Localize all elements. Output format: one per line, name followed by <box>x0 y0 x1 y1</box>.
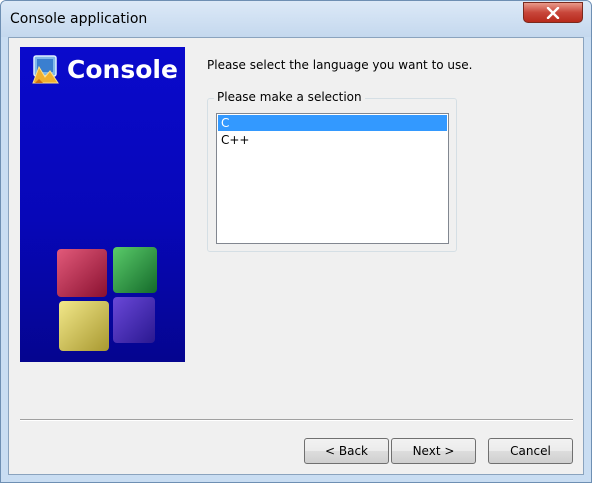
codeblocks-cubes-logo <box>57 247 157 351</box>
close-icon <box>546 7 560 19</box>
console-app-icon <box>32 55 59 84</box>
language-item-c[interactable]: C <box>218 115 447 131</box>
language-listbox[interactable]: C C++ <box>216 113 449 244</box>
back-button[interactable]: < Back <box>304 438 389 464</box>
language-prompt: Please select the language you want to u… <box>207 58 473 72</box>
footer-divider <box>20 419 573 421</box>
window-title: Console application <box>10 11 148 27</box>
language-item-cpp[interactable]: C++ <box>218 132 447 148</box>
dialog-window: Console application Console Please selec… <box>0 0 592 483</box>
dialog-content: Console Please select the language you w… <box>8 37 584 475</box>
banner-title: Console <box>67 55 178 84</box>
title-bar[interactable]: Console application <box>1 1 591 37</box>
close-button[interactable] <box>523 2 583 23</box>
selection-group-label: Please make a selection <box>214 90 365 104</box>
cancel-button[interactable]: Cancel <box>488 438 573 464</box>
next-button[interactable]: Next > <box>391 438 476 464</box>
wizard-banner: Console <box>20 47 185 362</box>
